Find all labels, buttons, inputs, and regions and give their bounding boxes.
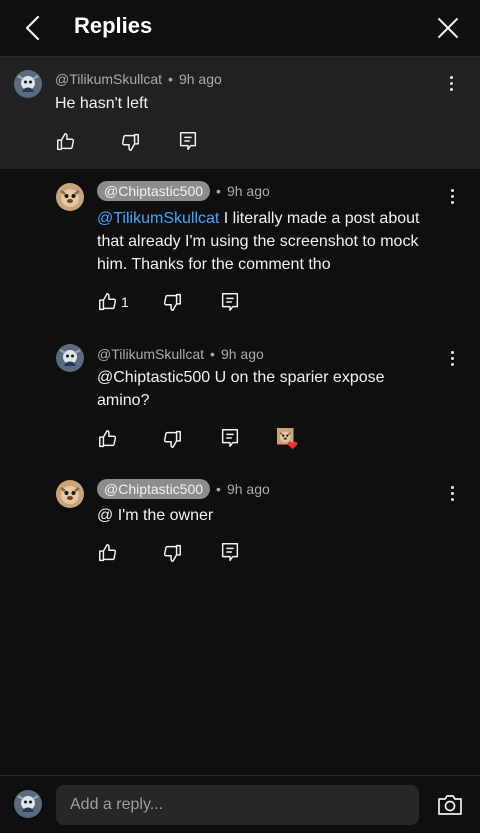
replies-header: Replies xyxy=(0,0,480,57)
reply-icon[interactable] xyxy=(219,541,241,563)
thumbs-down-icon[interactable] xyxy=(161,291,183,313)
author-chip[interactable]: @Chiptastic500 xyxy=(97,479,211,499)
creator-heart-icon xyxy=(277,428,298,450)
mention-link[interactable]: @TilikumSkullcat xyxy=(97,210,219,227)
page-title: Replies xyxy=(74,13,153,38)
like-count: 1 xyxy=(121,294,129,310)
close-icon[interactable] xyxy=(434,14,462,42)
back-arrow-icon[interactable] xyxy=(20,14,46,42)
comment-time: 9h ago xyxy=(226,481,270,497)
thumbs-up-icon[interactable] xyxy=(55,131,77,153)
thumbs-up-icon[interactable] xyxy=(97,291,119,313)
thumbs-down-icon[interactable] xyxy=(161,542,183,564)
parent-comment: @TilikumSkullcat • 9h ago He hasn't left xyxy=(0,57,480,169)
avatar[interactable] xyxy=(56,480,84,508)
reply-composer xyxy=(0,775,480,833)
more-vert-icon[interactable] xyxy=(449,349,455,369)
avatar xyxy=(14,790,42,818)
more-vert-icon[interactable] xyxy=(448,74,454,94)
reply-icon[interactable] xyxy=(219,291,241,313)
comment-author[interactable]: @TilikumSkullcat xyxy=(97,346,204,362)
reply-input[interactable] xyxy=(56,785,419,825)
comment-meta: @TilikumSkullcat • 9h ago xyxy=(55,71,222,87)
comment-text: @Chiptastic500 U on the sparier expose a… xyxy=(97,369,385,409)
reply-icon[interactable] xyxy=(177,130,199,152)
comment-text: He hasn't left xyxy=(55,95,148,112)
comment-author[interactable]: @TilikumSkullcat xyxy=(55,71,162,87)
avatar[interactable] xyxy=(56,344,84,372)
comment-meta: @Chiptastic500 • 9h ago xyxy=(97,181,270,201)
reply-icon[interactable] xyxy=(219,427,241,449)
comment-time: 9h ago xyxy=(220,346,264,362)
thumbs-down-icon[interactable] xyxy=(119,131,141,153)
more-vert-icon[interactable] xyxy=(449,484,455,504)
avatar[interactable] xyxy=(56,183,84,211)
author-chip[interactable]: @Chiptastic500 xyxy=(97,181,211,201)
thumbs-down-icon[interactable] xyxy=(161,428,183,450)
comment-meta: @Chiptastic500 • 9h ago xyxy=(97,479,270,499)
thumbs-up-icon[interactable] xyxy=(97,428,119,450)
avatar[interactable] xyxy=(14,70,42,98)
comment-time: 9h ago xyxy=(178,71,222,87)
comment-meta: @TilikumSkullcat • 9h ago xyxy=(97,346,264,362)
comment-time: 9h ago xyxy=(226,183,270,199)
comment-text: @TilikumSkullcat I literally made a post… xyxy=(97,207,447,276)
more-vert-icon[interactable] xyxy=(449,187,455,207)
camera-icon[interactable] xyxy=(437,793,463,817)
comment-text: @ I'm the owner xyxy=(97,507,214,524)
thumbs-up-icon[interactable] xyxy=(97,542,119,564)
